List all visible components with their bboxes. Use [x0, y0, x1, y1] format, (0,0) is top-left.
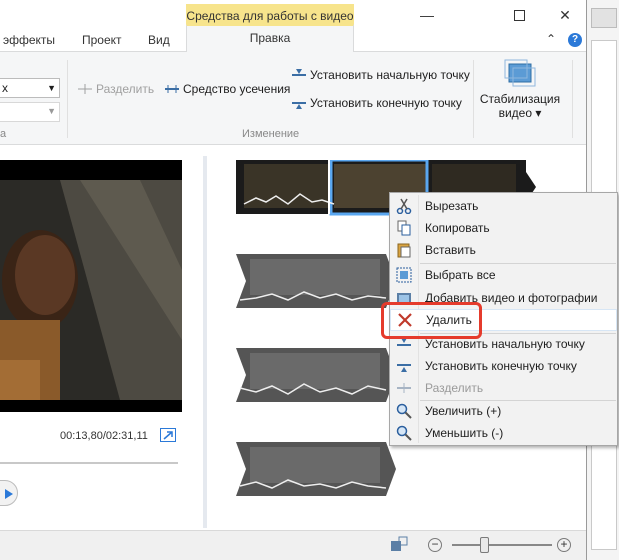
clip-filmstrip [236, 442, 396, 496]
help-icon[interactable]: ? [568, 33, 582, 47]
thumbnail-icon [391, 536, 408, 551]
minimize-button[interactable]: — [404, 0, 450, 30]
split-icon [78, 84, 92, 94]
status-bar: − + [0, 530, 586, 560]
stabilization-label-2: видео ▾ [498, 106, 542, 120]
speed-combo[interactable]: х ▼ [0, 78, 60, 98]
tab-edit[interactable]: Правка [186, 24, 354, 53]
menu-item-copy[interactable]: Копировать [390, 217, 617, 239]
stabilization-button[interactable]: Стабилизация видео ▾ [478, 58, 562, 124]
clip-filmstrip [236, 348, 396, 402]
zoom-in-icon [396, 403, 412, 419]
speed-combo-value: х [2, 81, 8, 95]
ribbon-separator [67, 60, 68, 138]
menu-item-label: Увеличить (+) [425, 404, 502, 418]
set-end-icon [292, 102, 306, 109]
tab-view[interactable]: Вид [148, 33, 170, 47]
collapse-ribbon-icon[interactable]: ⌃ [546, 32, 556, 46]
set-end-point-button[interactable]: Установить конечную точку [292, 96, 462, 110]
menu-item-zoom-in[interactable]: Увеличить (+) [390, 400, 617, 422]
zoom-out-icon [396, 425, 412, 441]
preview-panel: 00:13,80/02:31,11 [0, 146, 200, 530]
seek-bar[interactable] [0, 462, 178, 464]
menu-item-label: Уменьшить (-) [425, 426, 504, 440]
stabilization-label-1: Стабилизация [479, 92, 561, 106]
tab-project[interactable]: Проект [82, 33, 122, 47]
menu-item-label: Вставить [425, 243, 476, 257]
delete-highlight-frame [381, 302, 482, 339]
play-button[interactable] [0, 480, 18, 506]
ribbon-panel: х ▼ ▼ а Разделить Средство усечения Уста… [0, 52, 586, 145]
menu-item-label: Установить конечную точку [425, 359, 577, 373]
clip-4[interactable] [236, 442, 396, 496]
scissors-icon [396, 198, 412, 214]
paste-icon [397, 243, 411, 258]
trim-tool-button[interactable]: Средство усечения [165, 82, 290, 96]
menu-item-split[interactable]: Разделить [390, 377, 617, 399]
close-button[interactable]: ✕ [542, 0, 588, 30]
maximize-button[interactable] [496, 0, 542, 30]
split-label: Разделить [96, 82, 155, 96]
zoom-out-button[interactable]: − [428, 538, 442, 552]
copy-icon [397, 220, 411, 236]
tab-effects[interactable]: эффекты [3, 33, 55, 47]
ribbon-separator [473, 60, 474, 138]
chevron-down-icon: ▼ [47, 106, 56, 116]
maximize-icon [513, 9, 525, 21]
clip-2[interactable] [236, 254, 396, 308]
menu-item-cut[interactable]: Вырезать [390, 195, 617, 217]
set-start-label: Установить начальную точку [310, 68, 470, 82]
set-start-icon [292, 69, 306, 76]
clip-3[interactable] [236, 348, 396, 402]
zoom-slider-thumb[interactable] [480, 537, 489, 553]
chevron-down-icon: ▼ [47, 83, 56, 93]
trim-icon [165, 85, 179, 93]
menu-item-label: Выбрать все [425, 268, 496, 282]
menu-item-zoom-out[interactable]: Уменьшить (-) [390, 422, 617, 444]
split-icon [397, 383, 411, 393]
background-window-button [591, 8, 617, 28]
video-preview[interactable] [0, 160, 182, 412]
set-end-icon [397, 364, 411, 372]
set-end-label: Установить конечную точку [310, 96, 462, 110]
trim-tool-label: Средство усечения [183, 82, 291, 96]
stabilization-icon [504, 59, 536, 87]
clip-filmstrip [236, 254, 396, 308]
fullscreen-icon[interactable] [160, 428, 176, 442]
menu-item-label: Вырезать [425, 199, 479, 213]
set-start-point-button[interactable]: Установить начальную точку [292, 68, 470, 82]
panel-divider[interactable] [203, 156, 207, 528]
video-frame-image [0, 160, 182, 412]
menu-item-select-all[interactable]: Выбрать все [390, 264, 617, 286]
zoom-in-button[interactable]: + [557, 538, 571, 552]
expand-arrow-icon [163, 431, 173, 440]
play-icon [5, 489, 13, 499]
menu-item-label: Установить начальную точку [425, 337, 585, 351]
split-button[interactable]: Разделить [78, 82, 154, 96]
ribbon-separator [572, 60, 573, 138]
time-display: 00:13,80/02:31,11 [60, 430, 148, 442]
thumbnail-size-icon[interactable] [390, 536, 408, 554]
duration-combo[interactable]: ▼ [0, 102, 60, 122]
menu-item-set-end[interactable]: Установить конечную точку [390, 355, 617, 377]
select-all-icon [396, 267, 412, 283]
group-label-left: а [0, 128, 7, 140]
group-label-edit: Изменение [242, 128, 300, 140]
menu-item-label: Разделить [425, 381, 484, 395]
menu-item-label: Копировать [425, 221, 490, 235]
menu-item-paste[interactable]: Вставить [390, 239, 617, 261]
zoom-slider[interactable] [452, 544, 552, 546]
